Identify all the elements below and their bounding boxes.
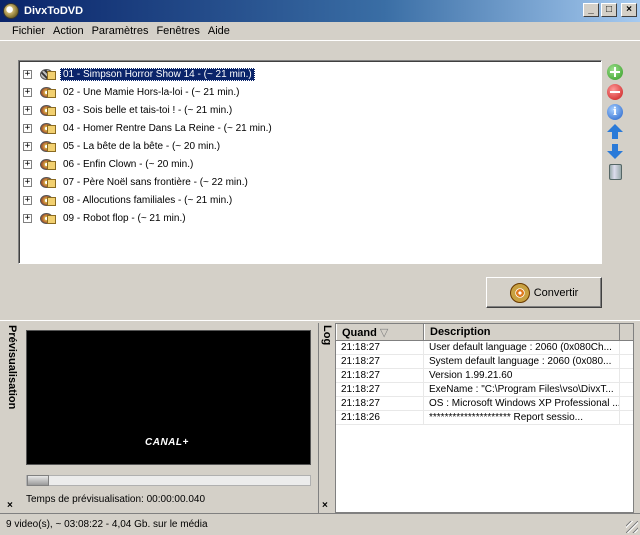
convert-button-label: Convertir — [533, 286, 579, 299]
log-row[interactable]: 21:18:27 Version 1.99.21.60 — [336, 369, 633, 383]
trackbar-thumb[interactable] — [27, 475, 49, 486]
video-item[interactable]: +05 - La bête de la bête - (~ 20 min.) — [23, 137, 223, 155]
preview-panel-header: Prévisualisation × — [4, 323, 18, 513]
log-cell-when: 21:18:27 — [336, 383, 424, 396]
log-cell-when: 21:18:27 — [336, 369, 424, 382]
menu-action[interactable]: Action — [49, 25, 88, 37]
video-file-icon — [40, 194, 56, 207]
video-item-label: 01 - Simpson Horror Show 14 - (~ 21 min.… — [60, 67, 255, 81]
video-item[interactable]: +01 - Simpson Horror Show 14 - (~ 21 min… — [23, 65, 255, 83]
video-item-label: 03 - Sois belle et tais-toi ! - (~ 21 mi… — [63, 104, 233, 116]
video-item-label: 06 - Enfin Clown - (~ 20 min.) — [63, 158, 194, 170]
video-item[interactable]: +03 - Sois belle et tais-toi ! - (~ 21 m… — [23, 101, 235, 119]
menu-parametres[interactable]: Paramètres — [88, 25, 153, 37]
video-item[interactable]: +09 - Robot flop - (~ 21 min.) — [23, 209, 189, 227]
column-when-label: Quand — [342, 327, 377, 339]
trash-icon[interactable] — [609, 164, 622, 180]
menu-fichier[interactable]: Fichier — [8, 25, 49, 37]
remove-video-icon[interactable] — [607, 84, 623, 100]
film-reel-icon — [509, 282, 530, 303]
log-cell-when: 21:18:27 — [336, 397, 424, 410]
move-up-icon[interactable] — [607, 124, 623, 140]
menu-bar: Fichier Action Paramètres Fenêtres Aide — [0, 22, 640, 41]
video-file-icon — [40, 68, 56, 81]
video-preview: CANAL+ — [26, 330, 311, 465]
video-item-label: 04 - Homer Rentre Dans La Reine - (~ 21 … — [63, 122, 272, 134]
video-item[interactable]: +06 - Enfin Clown - (~ 20 min.) — [23, 155, 196, 173]
log-cell-when: 21:18:26 — [336, 411, 424, 424]
video-file-icon — [40, 176, 56, 189]
video-list[interactable]: +01 - Simpson Horror Show 14 - (~ 21 min… — [18, 60, 602, 264]
video-file-icon — [40, 104, 56, 117]
video-item-label: 02 - Une Mamie Hors-la-loi - (~ 21 min.) — [63, 86, 240, 98]
video-item[interactable]: +02 - Une Mamie Hors-la-loi - (~ 21 min.… — [23, 83, 242, 101]
log-table: Quand ▽ Description 21:18:27 User default… — [335, 323, 634, 513]
expand-icon[interactable]: + — [23, 213, 32, 223]
log-body: 21:18:27 User default language : 2060 (0x… — [336, 341, 633, 425]
status-text: 9 video(s), ~ 03:08:22 - 4,04 Gb. sur le… — [6, 519, 208, 530]
log-close-icon[interactable]: × — [322, 500, 328, 511]
log-cell-when: 21:18:27 — [336, 341, 424, 354]
status-bar: 9 video(s), ~ 03:08:22 - 4,04 Gb. sur le… — [0, 513, 640, 535]
side-toolbar: i — [607, 64, 627, 184]
maximize-button[interactable]: □ — [601, 3, 617, 17]
log-row[interactable]: 21:18:27 ExeName : "C:\Program Files\vso\… — [336, 383, 633, 397]
log-row[interactable]: 21:18:27 User default language : 2060 (0x… — [336, 341, 633, 355]
log-row[interactable]: 21:18:27 OS : Microsoft Windows XP Profes… — [336, 397, 633, 411]
menu-fenetres[interactable]: Fenêtres — [152, 25, 203, 37]
video-item-label: 09 - Robot flop - (~ 21 min.) — [63, 212, 186, 224]
log-cell-description: User default language : 2060 (0x080Ch... — [424, 341, 620, 354]
close-button[interactable]: × — [621, 3, 637, 17]
video-item[interactable]: +04 - Homer Rentre Dans La Reine - (~ 21… — [23, 119, 275, 137]
expand-icon[interactable]: + — [23, 123, 32, 133]
video-item[interactable]: +08 - Allocutions familiales - (~ 21 min… — [23, 191, 235, 209]
window-controls: _ □ × — [583, 3, 637, 17]
expand-icon[interactable]: + — [23, 177, 32, 187]
minimize-button[interactable]: _ — [583, 3, 599, 17]
video-file-icon — [40, 86, 56, 99]
log-panel-title: Log — [321, 325, 333, 346]
expand-icon[interactable]: + — [23, 195, 32, 205]
log-cell-description: ********************* Report sessio... — [424, 411, 620, 424]
expand-icon[interactable]: + — [23, 141, 32, 151]
video-item-label: 05 - La bête de la bête - (~ 20 min.) — [63, 140, 221, 152]
video-item[interactable]: +07 - Père Noël sans frontière - (~ 22 m… — [23, 173, 251, 191]
video-file-icon — [40, 158, 56, 171]
log-row[interactable]: 21:18:27 System default language : 2060 (… — [336, 355, 633, 369]
column-header-description[interactable]: Description — [424, 324, 620, 340]
sort-icon: ▽ — [379, 327, 389, 339]
preview-trackbar[interactable] — [26, 475, 311, 486]
menu-aide[interactable]: Aide — [204, 25, 234, 37]
preview-panel-title: Prévisualisation — [6, 325, 18, 410]
log-cell-description: System default language : 2060 (0x080... — [424, 355, 620, 368]
video-item-label: 07 - Père Noël sans frontière - (~ 22 mi… — [63, 176, 248, 188]
expand-icon[interactable]: + — [23, 69, 32, 79]
expand-icon[interactable]: + — [23, 159, 32, 169]
move-down-icon[interactable] — [607, 144, 623, 160]
log-cell-when: 21:18:27 — [336, 355, 424, 368]
video-file-icon — [40, 212, 56, 225]
channel-logo: CANAL+ — [145, 437, 189, 448]
column-header-when[interactable]: Quand ▽ — [336, 324, 424, 340]
expand-icon[interactable]: + — [23, 105, 32, 115]
info-icon[interactable]: i — [607, 104, 623, 120]
log-header: Quand ▽ Description — [336, 324, 633, 341]
window-title: DivxToDVD — [24, 5, 84, 17]
video-item-label: 08 - Allocutions familiales - (~ 21 min.… — [63, 194, 233, 206]
expand-icon[interactable]: + — [23, 87, 32, 97]
preview-time-label: Temps de prévisualisation: 00:00:00.040 — [26, 494, 206, 505]
add-video-icon[interactable] — [607, 64, 623, 80]
log-panel-header: Log × — [318, 323, 333, 513]
title-bar: DivxToDVD _ □ × — [0, 0, 640, 22]
log-cell-description: OS : Microsoft Windows XP Professional .… — [424, 397, 620, 410]
resize-grip-icon[interactable] — [626, 521, 638, 533]
log-row[interactable]: 21:18:26 ********************* Report ses… — [336, 411, 633, 425]
log-cell-description: Version 1.99.21.60 — [424, 369, 620, 382]
log-cell-description: ExeName : "C:\Program Files\vso\DivxT... — [424, 383, 620, 396]
preview-close-icon[interactable]: × — [7, 500, 13, 511]
video-file-icon — [40, 122, 56, 135]
convert-button[interactable]: Convertir — [486, 277, 602, 308]
video-file-icon — [40, 140, 56, 153]
app-icon — [3, 3, 19, 19]
